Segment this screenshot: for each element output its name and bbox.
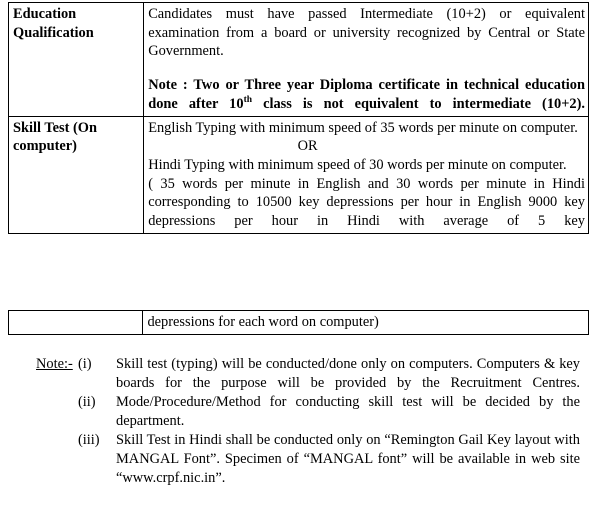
continuation-empty-label-cell — [7, 310, 144, 335]
skill-test-key-depressions: ( 35 words per minute in English and 30 … — [148, 175, 585, 230]
table-row: Education Qualification Candidates must … — [7, 2, 589, 117]
note-text-i: Skill test (typing) will be conducted/do… — [116, 356, 580, 392]
education-qualification-note: Note : Two or Three year Diploma certifi… — [148, 76, 585, 113]
skill-test-label-cell: Skill Test (On computer) — [7, 115, 145, 234]
note-text-after-superscript: class is not equivalent to intermediate … — [252, 95, 585, 112]
skill-test-label-line1: Skill Test (On — [13, 119, 97, 136]
education-qualification-label-line2: Qualification — [13, 24, 94, 41]
continuation-text: depressions for each word on computer) — [147, 314, 379, 330]
skill-test-label-line2: computer) — [13, 138, 77, 155]
note-item: (iii) Skill Test in Hindi shall be condu… — [8, 431, 581, 488]
table-row: depressions for each word on computer) — [7, 310, 589, 335]
skill-test-body-cell: English Typing with minimum speed of 35 … — [143, 115, 589, 234]
note-numeral-i: (i) — [78, 356, 92, 372]
eligibility-table: Education Qualification Candidates must … — [7, 2, 589, 234]
notes-heading: Note:- — [36, 356, 73, 372]
skill-test-hindi-typing: Hindi Typing with minimum speed of 30 wo… — [148, 157, 567, 174]
skill-test-or-divider: OR — [297, 138, 318, 155]
education-qualification-label-cell: Education Qualification — [7, 2, 145, 117]
note-item: (ii) Mode/Procedure/Method for conductin… — [8, 393, 581, 431]
ordinal-superscript: th — [243, 95, 253, 106]
education-qualification-paragraph: Candidates must have passed Intermediate… — [148, 6, 585, 60]
table-row: Skill Test (On computer) English Typing … — [7, 115, 589, 234]
continuation-body-cell: depressions for each word on computer) — [142, 310, 589, 335]
skill-test-english-typing: English Typing with minimum speed of 35 … — [148, 119, 578, 136]
note-numeral-iii: (iii) — [78, 432, 100, 449]
note-item: Note:- (i) Skill test (typing) will be c… — [8, 355, 581, 393]
education-qualification-label-line1: Education — [13, 6, 77, 22]
note-numeral-ii: (ii) — [78, 394, 96, 411]
note-text-ii: Mode/Procedure/Method for conducting ski… — [116, 394, 580, 430]
eligibility-table-continuation: depressions for each word on computer) — [7, 310, 589, 335]
education-qualification-body-cell: Candidates must have passed Intermediate… — [143, 2, 589, 117]
notes-section: Note:- (i) Skill test (typing) will be c… — [8, 355, 581, 488]
note-text-iii: Skill Test in Hindi shall be conducted o… — [116, 432, 580, 487]
